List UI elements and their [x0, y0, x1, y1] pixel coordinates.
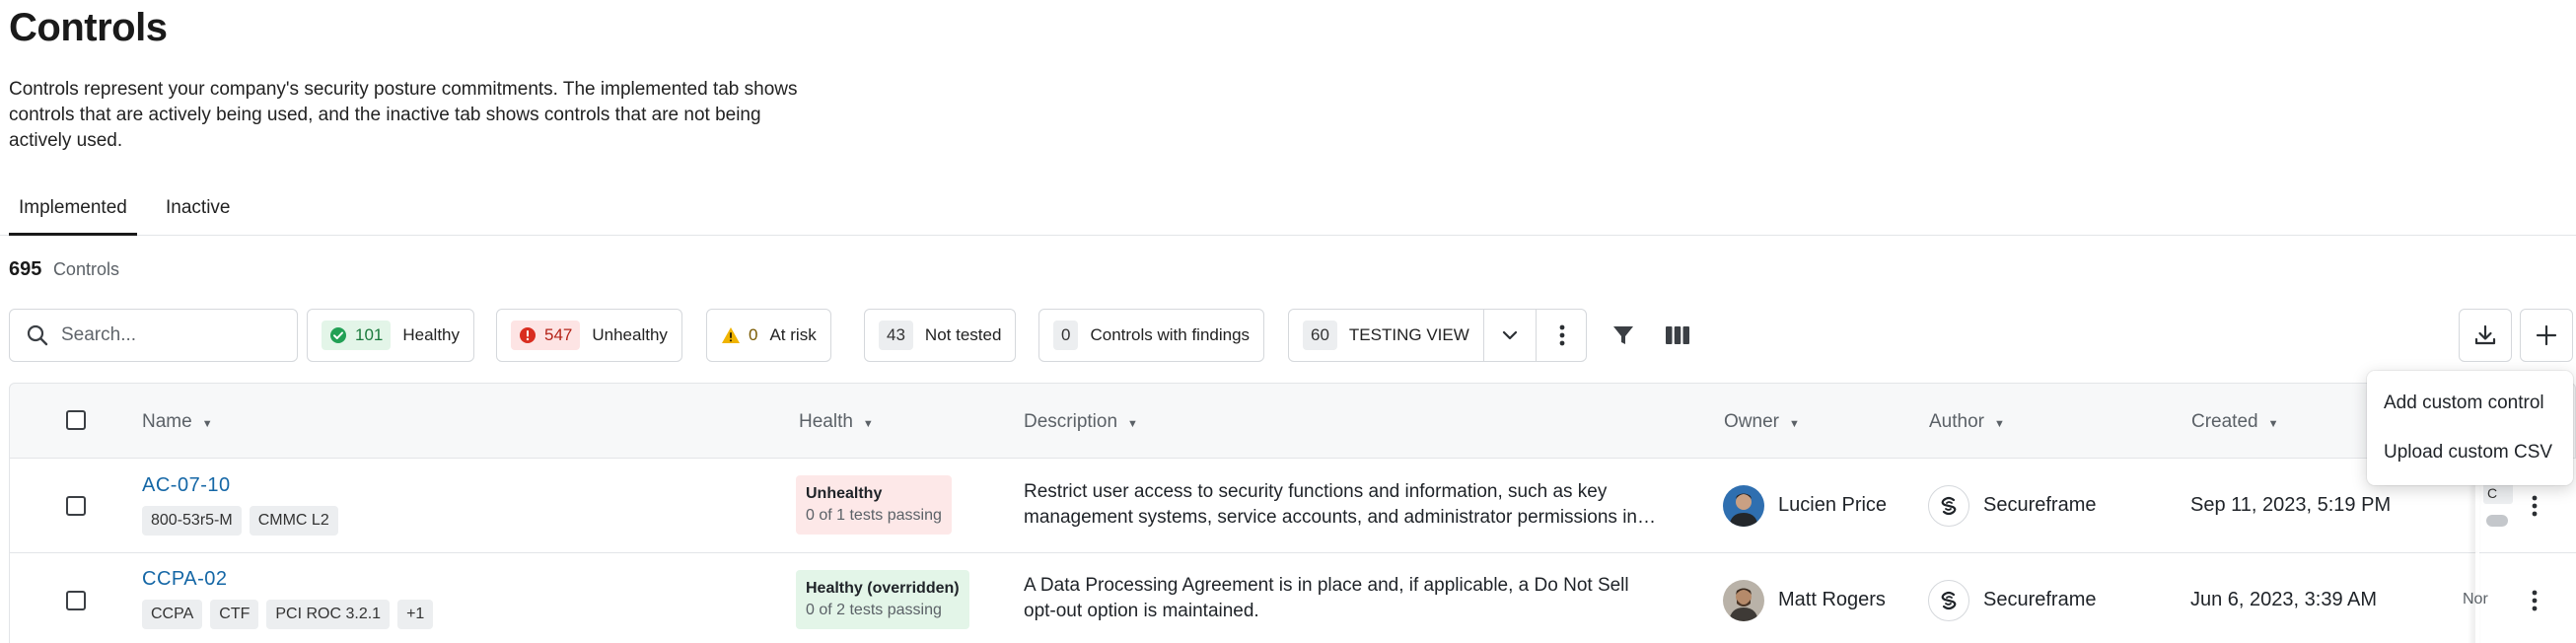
control-id-link[interactable]: AC-07-10: [142, 474, 231, 497]
filter-label: At risk: [769, 325, 817, 344]
tab-bar: Implemented Inactive: [0, 187, 2576, 236]
filter-chip-healthy[interactable]: 101 Healthy: [307, 309, 475, 362]
page-description: Controls represent your company's securi…: [9, 79, 798, 151]
owner-avatar: [1723, 580, 1764, 621]
framework-tags: CCPA CTF PCI ROC 3.2.1 +1: [142, 600, 434, 629]
sort-caret-icon: ▼: [1993, 418, 2005, 430]
health-title: Unhealthy: [806, 485, 883, 502]
filter-button[interactable]: [1597, 309, 1650, 362]
alert-circle-icon: [519, 326, 537, 344]
row-checkbox[interactable]: [66, 496, 86, 516]
created-date: Jun 6, 2023, 3:39 AM: [2190, 589, 2378, 610]
table-row[interactable]: CCPA-02 CCPA CTF PCI ROC 3.2.1 +1 Health…: [9, 553, 2576, 643]
created-date: Sep 11, 2023, 5:19 PM: [2190, 494, 2392, 516]
clipped-text: Nor: [2463, 591, 2488, 607]
health-status: Healthy (overridden) 0 of 2 tests passin…: [796, 570, 969, 629]
menu-item-add-custom-control[interactable]: Add custom control: [2367, 379, 2573, 428]
sort-caret-icon: ▼: [1127, 418, 1138, 430]
columns-button[interactable]: [1651, 309, 1704, 362]
author-name: Secureframe: [1983, 494, 2097, 516]
column-header-health[interactable]: Health ▼: [799, 384, 874, 460]
toggle-switch[interactable]: [2486, 515, 2508, 527]
filter-label: Controls with findings: [1090, 325, 1251, 344]
check-circle-icon: [329, 326, 347, 344]
health-tests: 0 of 1 tests passing: [806, 507, 942, 524]
filter-chip-unhealthy[interactable]: 547 Unhealthy: [496, 309, 682, 362]
secureframe-logo-icon: [1928, 580, 1969, 621]
secureframe-logo-icon: [1928, 485, 1969, 527]
health-tests: 0 of 2 tests passing: [806, 602, 942, 618]
framework-tag: PCI ROC 3.2.1: [266, 600, 391, 629]
controls-count: 695 Controls: [9, 258, 119, 281]
filter-funnel-icon: [1613, 326, 1633, 344]
framework-tag: 800-53r5-M: [142, 506, 242, 536]
row-actions-kebab-icon[interactable]: [2523, 581, 2546, 620]
warning-triangle-icon: [721, 326, 741, 344]
more-vertical-icon[interactable]: [1537, 310, 1588, 361]
healthy-count-badge: 101: [322, 321, 392, 350]
chevron-down-icon[interactable]: [1484, 310, 1536, 361]
more-tags-badge[interactable]: +1: [397, 600, 434, 629]
search-input[interactable]: [61, 324, 278, 346]
view-label: TESTING VIEW: [1348, 325, 1469, 344]
sort-caret-icon: ▼: [2267, 418, 2279, 430]
control-description: A Data Processing Agreement is in place …: [1024, 575, 1629, 621]
filter-label: Unhealthy: [592, 325, 668, 344]
sort-caret-icon: ▼: [862, 418, 874, 430]
download-icon: [2474, 324, 2496, 345]
view-selector[interactable]: 60 TESTING VIEW: [1288, 309, 1587, 362]
column-header-owner[interactable]: Owner ▼: [1724, 384, 1800, 460]
table-header: Name ▼ Health ▼ Description ▼ Owner ▼ Author…: [9, 383, 2576, 459]
tab-inactive[interactable]: Inactive: [156, 187, 240, 236]
search-icon: [27, 324, 48, 346]
framework-tags: 800-53r5-M CMMC L2: [142, 506, 338, 536]
filter-label: Not tested: [924, 325, 1002, 344]
search-box[interactable]: [9, 309, 298, 362]
controls-count-number: 695: [9, 258, 42, 280]
owner-avatar: [1723, 485, 1764, 527]
clipped-tag: C: [2483, 482, 2513, 504]
framework-tag: CCPA: [142, 600, 203, 629]
controls-count-label: Controls: [52, 259, 119, 279]
health-title: Healthy (overridden): [806, 580, 960, 597]
select-all-checkbox[interactable]: [66, 410, 86, 430]
filter-label: Healthy: [402, 325, 461, 344]
tab-implemented[interactable]: Implemented: [9, 187, 137, 236]
download-button[interactable]: [2459, 309, 2512, 362]
control-id-link[interactable]: CCPA-02: [142, 568, 228, 591]
add-control-button[interactable]: [2520, 309, 2573, 362]
column-header-description[interactable]: Description ▼: [1024, 384, 1138, 460]
column-header-created[interactable]: Created ▼: [2191, 384, 2279, 460]
filter-chip-at-risk[interactable]: 0 At risk: [706, 309, 831, 362]
filter-chip-findings[interactable]: 0 Controls with findings: [1038, 309, 1265, 362]
menu-item-upload-custom-csv[interactable]: Upload custom CSV: [2367, 428, 2573, 477]
filter-chip-not-tested[interactable]: 43 Not tested: [864, 309, 1017, 362]
at-risk-count-badge: 0: [721, 321, 757, 350]
page-title: Controls: [9, 6, 168, 49]
row-actions-kebab-icon[interactable]: [2523, 486, 2546, 526]
plus-icon: [2536, 324, 2557, 346]
author-name: Secureframe: [1983, 589, 2097, 610]
table-row[interactable]: AC-07-10 800-53r5-M CMMC L2 Unhealthy 0 …: [9, 459, 2576, 553]
columns-icon: [1666, 326, 1689, 344]
owner-name: Lucien Price: [1778, 494, 1888, 516]
view-count-badge: 60: [1303, 321, 1337, 350]
findings-count-badge: 0: [1053, 321, 1079, 350]
sort-caret-icon: ▼: [1788, 418, 1800, 430]
add-control-menu: Add custom control Upload custom CSV: [2367, 371, 2573, 485]
sort-caret-icon: ▼: [201, 418, 213, 430]
column-header-author[interactable]: Author ▼: [1929, 384, 2005, 460]
framework-tag: CTF: [210, 600, 259, 629]
control-description: Restrict user access to security functio…: [1024, 481, 1656, 528]
unhealthy-count-badge: 547: [511, 321, 581, 350]
not-tested-count-badge: 43: [879, 321, 913, 350]
toolbar: 101 Healthy 547 Unhealthy 0 At risk 43 N…: [0, 309, 2576, 362]
owner-name: Matt Rogers: [1778, 589, 1886, 610]
framework-tag: CMMC L2: [249, 506, 338, 536]
row-checkbox[interactable]: [66, 591, 86, 610]
health-status: Unhealthy 0 of 1 tests passing: [796, 475, 952, 535]
column-header-name[interactable]: Name ▼: [142, 384, 213, 460]
